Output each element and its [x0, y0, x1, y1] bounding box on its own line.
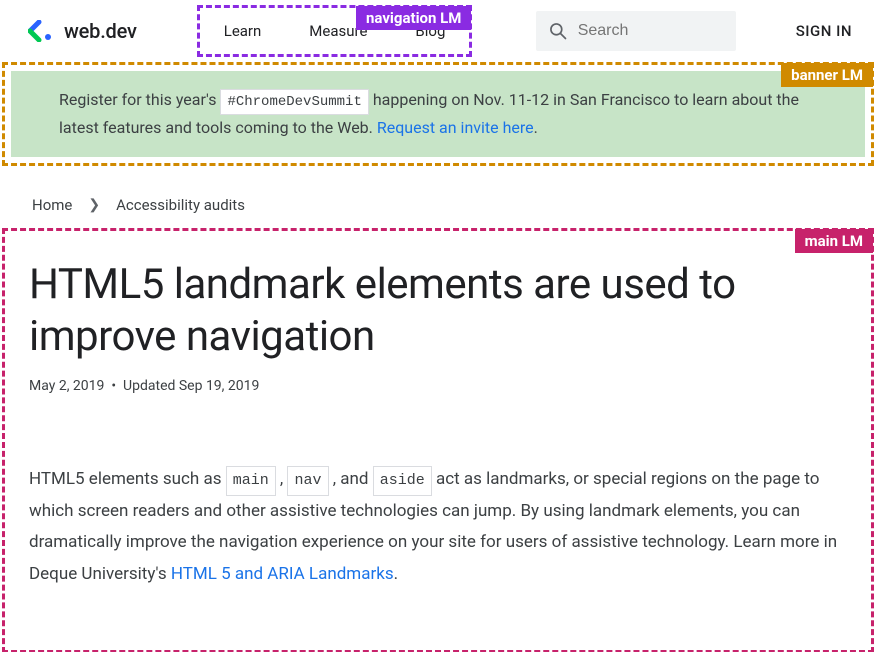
- publish-date: May 2, 2019: [29, 378, 104, 394]
- promo-banner-region: banner LM Register for this year's #Chro…: [2, 62, 874, 166]
- landmark-tag-banner: banner LM: [781, 63, 873, 87]
- article-link[interactable]: HTML 5 and ARIA Landmarks: [171, 564, 394, 584]
- code-aside: aside: [373, 466, 432, 496]
- breadcrumb-current[interactable]: Accessibility audits: [116, 196, 245, 214]
- breadcrumb: Home ❯ Accessibility audits: [0, 166, 880, 228]
- breadcrumb-home[interactable]: Home: [32, 196, 72, 214]
- site-logo[interactable]: web.dev: [28, 19, 137, 43]
- article-text: ,: [280, 469, 288, 489]
- landmark-tag-nav: navigation LM: [356, 6, 471, 30]
- code-nav: nav: [287, 466, 328, 496]
- article-dateline: May 2, 2019 • Updated Sep 19, 2019: [29, 378, 847, 394]
- banner-hashtag[interactable]: #ChromeDevSummit: [220, 89, 368, 115]
- article-text: HTML5 elements such as: [29, 469, 226, 489]
- primary-nav: navigation LM Learn Measure Blog: [197, 5, 473, 57]
- article-text: , and: [333, 469, 373, 489]
- main-content-region: main LM HTML5 landmark elements are used…: [2, 228, 874, 652]
- logo-text: web.dev: [64, 19, 137, 43]
- chevron-right-icon: ❯: [88, 197, 100, 213]
- code-main: main: [226, 466, 276, 496]
- banner-link[interactable]: Request an invite here: [377, 118, 534, 137]
- article-text: .: [394, 564, 398, 584]
- article-paragraph: HTML5 elements such as main , nav , and …: [29, 464, 847, 590]
- page-title: HTML5 landmark elements are used to impr…: [29, 259, 847, 364]
- search-input[interactable]: [578, 22, 724, 40]
- logo-icon: [28, 20, 54, 42]
- banner-text: .: [534, 118, 538, 137]
- search-box[interactable]: [536, 11, 736, 51]
- promo-banner: Register for this year's #ChromeDevSummi…: [11, 71, 865, 157]
- updated-date: Updated Sep 19, 2019: [123, 378, 259, 394]
- landmark-tag-main: main LM: [795, 229, 873, 253]
- search-icon: [548, 21, 568, 41]
- date-separator: •: [111, 378, 116, 394]
- banner-text: Register for this year's: [59, 90, 220, 109]
- nav-item-learn[interactable]: Learn: [224, 22, 262, 40]
- top-bar: web.dev navigation LM Learn Measure Blog…: [0, 0, 880, 62]
- sign-in-button[interactable]: SIGN IN: [796, 22, 852, 40]
